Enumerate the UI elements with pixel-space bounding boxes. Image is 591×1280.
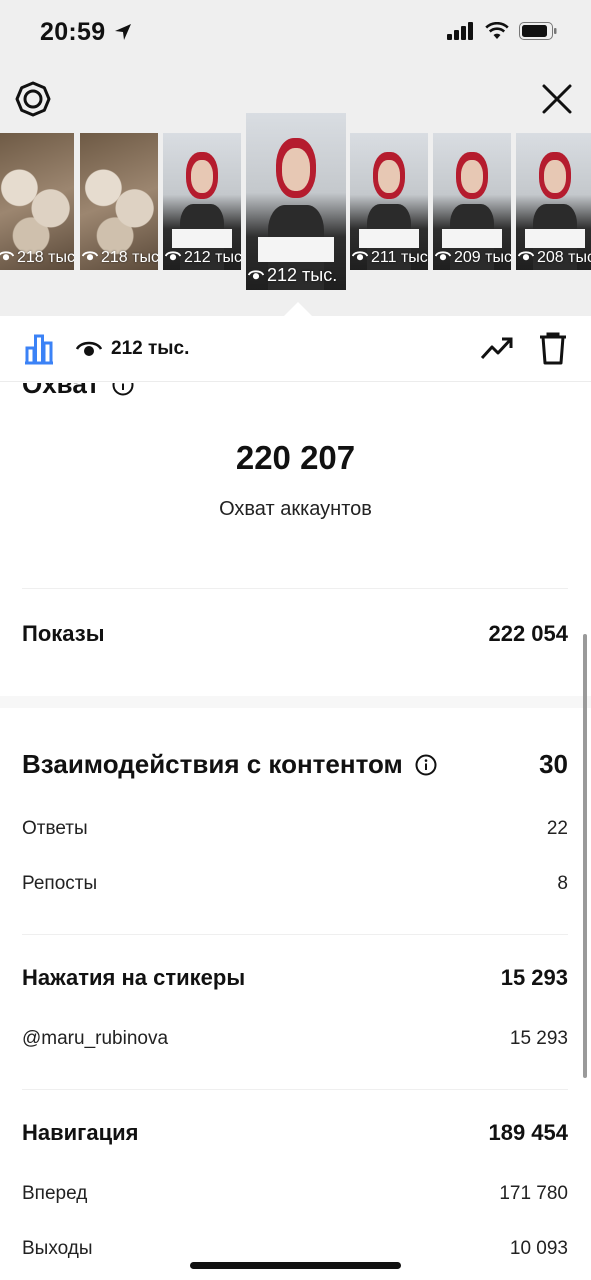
impressions-value: 222 054: [488, 621, 568, 646]
thumbnail-view-count-text: 212 тыс.: [184, 249, 241, 266]
settings-gear-icon[interactable]: [14, 80, 52, 118]
trending-icon[interactable]: [480, 334, 514, 362]
info-icon[interactable]: [415, 754, 437, 776]
bar-chart-icon[interactable]: [22, 332, 56, 366]
thumbnail-view-count: 218 тыс.: [0, 249, 74, 267]
eye-icon: [0, 249, 15, 267]
replies-value: 22: [546, 818, 568, 839]
thumbnail-view-count-text: 209 тыс.: [454, 249, 511, 266]
navigation-value: 189 454: [488, 1120, 568, 1145]
thumbnail-view-count: 209 тыс.: [434, 249, 511, 267]
story-thumbnail-selected[interactable]: 212 тыс.: [246, 113, 346, 290]
insights-toolbar: 212 тыс.: [0, 316, 591, 382]
close-icon[interactable]: [538, 80, 576, 118]
exits-value: 10 093: [509, 1238, 568, 1259]
divider: [22, 1089, 568, 1090]
status-icons: [447, 22, 557, 40]
sticker-mention-row[interactable]: @maru_rubinova 15 293: [22, 1028, 568, 1050]
forward-value: 171 780: [499, 1183, 568, 1204]
story-thumbnail[interactable]: 218 тыс.: [80, 133, 158, 270]
exits-label: Выходы: [22, 1238, 93, 1259]
shares-value: 8: [557, 873, 568, 894]
navigation-title: Навигация: [22, 1120, 139, 1145]
engagement-row: Взаимодействия с контентом 30: [22, 749, 568, 780]
section-separator: [0, 696, 591, 708]
thumbnail-view-count-text: 211 тыс.: [371, 249, 428, 266]
toolbar-view-count: 212 тыс.: [111, 338, 190, 359]
story-thumbnail[interactable]: 211 тыс.: [350, 133, 428, 270]
battery-icon: [519, 22, 557, 40]
reach-number: 220 207: [235, 439, 356, 476]
replies-label: Ответы: [22, 818, 88, 839]
navigation-row: Навигация 189 454: [22, 1120, 568, 1146]
thumbnail-view-count-text: 212 тыс.: [267, 265, 338, 285]
eye-icon: [164, 249, 182, 267]
sticker-mention-label[interactable]: @maru_rubinova: [22, 1028, 168, 1050]
insights-content[interactable]: Охват 220 207 Охват аккаунтов Показы 222…: [0, 383, 591, 1280]
engagement-value: 30: [539, 749, 568, 779]
stickers-title: Нажатия на стикеры: [22, 965, 246, 990]
stickers-value: 15 293: [500, 965, 568, 990]
status-bar: 20:59: [0, 0, 591, 68]
eye-icon: [434, 249, 452, 267]
thumbnail-view-count-text: 218 тыс.: [101, 249, 158, 266]
eye-icon: [351, 249, 369, 267]
sticker-mention-value: 15 293: [509, 1028, 568, 1049]
story-thumbnail-image: [246, 113, 346, 290]
replies-row: Ответы 22: [22, 818, 568, 840]
thumbnail-view-count-text: 218 тыс.: [17, 249, 74, 266]
impressions-label: Показы: [22, 621, 105, 646]
exits-row: Выходы 10 093: [22, 1238, 568, 1260]
story-thumbnail[interactable]: 218 тыс.: [0, 133, 74, 270]
engagement-title: Взаимодействия с контентом: [22, 749, 403, 779]
story-thumbnail[interactable]: 208 тыс.: [516, 133, 591, 270]
eye-icon: [517, 249, 535, 267]
signal-icon: [447, 22, 473, 40]
status-time: 20:59: [40, 18, 106, 46]
divider: [22, 934, 568, 935]
thumbnail-view-count: 212 тыс.: [164, 249, 241, 267]
scrollbar[interactable]: [583, 634, 587, 1078]
stickers-row: Нажатия на стикеры 15 293: [22, 965, 568, 991]
eye-icon: [247, 265, 265, 286]
eye-icon: [76, 341, 102, 356]
trash-icon[interactable]: [538, 331, 568, 365]
forward-label: Вперед: [22, 1183, 88, 1204]
story-thumbnail[interactable]: 209 тыс.: [433, 133, 511, 270]
info-icon[interactable]: [112, 383, 134, 396]
eye-icon: [81, 249, 99, 267]
thumbnail-view-count: 208 тыс.: [517, 249, 591, 267]
wifi-icon: [485, 22, 509, 39]
shares-row: Репосты 8: [22, 873, 568, 895]
reach-heading: Охват: [22, 383, 134, 400]
reach-label: Охват аккаунтов: [219, 498, 372, 520]
home-indicator[interactable]: [190, 1262, 401, 1269]
impressions-row: Показы 222 054: [22, 621, 568, 647]
selected-pointer: [284, 302, 312, 316]
thumbnail-view-count: 211 тыс.: [351, 249, 428, 267]
location-arrow-icon: [115, 24, 131, 40]
shares-label: Репосты: [22, 873, 98, 894]
reach-title: Охват: [22, 383, 100, 399]
thumbnail-view-count-text: 208 тыс.: [537, 249, 591, 266]
divider: [22, 588, 568, 589]
thumbnail-view-count: 212 тыс.: [247, 265, 338, 286]
forward-row: Вперед 171 780: [22, 1183, 568, 1205]
engagement-heading: Взаимодействия с контентом: [22, 749, 437, 780]
story-thumbnail[interactable]: 212 тыс.: [163, 133, 241, 270]
thumbnail-view-count: 218 тыс.: [81, 249, 158, 267]
